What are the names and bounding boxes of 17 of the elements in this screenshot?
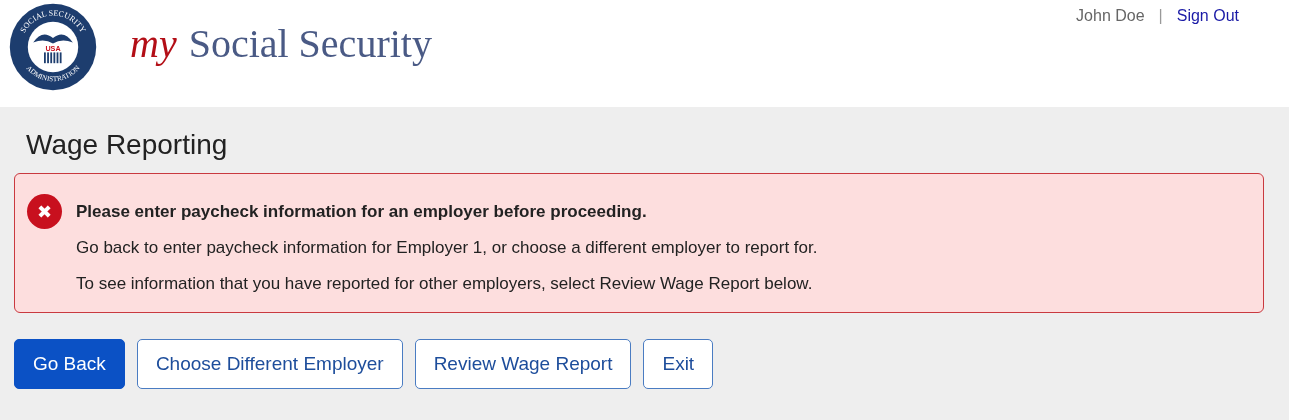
user-name: John Doe [1076, 7, 1145, 25]
shield-stripes-icon [44, 52, 62, 64]
eagle-icon [33, 34, 73, 44]
page-title: Wage Reporting [26, 129, 229, 161]
seal-center-text: USA [45, 43, 61, 53]
primary-button[interactable]: Go Back [14, 339, 125, 389]
secondary-button[interactable]: Choose Different Employer [136, 339, 403, 389]
alert-message: To see information that you have reported for other employers, select Review Wage Report below. [76, 274, 814, 294]
error-icon: ✖ [27, 194, 62, 229]
secondary-button[interactable]: Review Wage Report [414, 339, 632, 389]
brand-prefix: my [130, 20, 177, 67]
brand-name: Social Security [188, 20, 432, 67]
secondary-button[interactable]: Exit [643, 339, 714, 389]
separator: | [1158, 7, 1163, 25]
alert-message: Go back to enter paycheck information for Employer 1, or choose a different employer to report for. [76, 238, 818, 258]
sign-out-link[interactable]: Sign Out [1176, 7, 1239, 25]
alert-heading: Please enter paycheck information for an employer before proceeding. [76, 202, 648, 222]
